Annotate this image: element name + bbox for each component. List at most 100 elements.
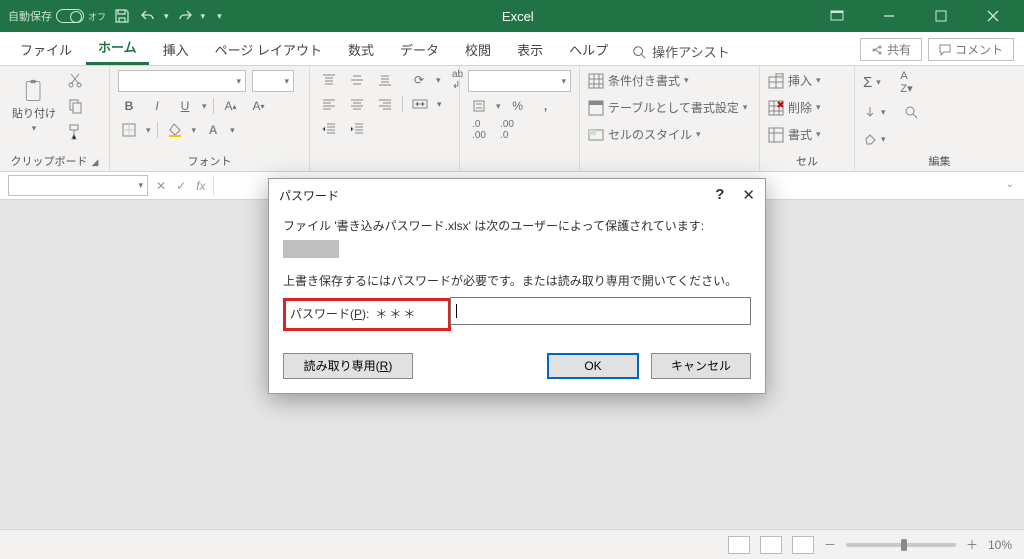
tell-me-search[interactable]: 操作アシスト — [622, 38, 739, 65]
ribbon-tabs: ファイル ホーム 挿入 ページ レイアウト 数式 データ 校閲 表示 ヘルプ 操… — [0, 32, 1024, 66]
font-color-icon[interactable]: A — [202, 120, 224, 140]
align-right-icon[interactable] — [374, 94, 396, 114]
close-icon[interactable] — [970, 0, 1016, 32]
zoom-slider[interactable] — [846, 543, 956, 547]
comment-icon — [939, 44, 951, 56]
paste-button[interactable]: 貼り付け ▾ — [8, 70, 60, 142]
tab-help[interactable]: ヘルプ — [557, 34, 620, 65]
format-painter-icon[interactable] — [64, 122, 86, 142]
ribbon: 貼り付け ▾ クリップボード◢ ▾ ▾ B I U ▾ A▴ — [0, 66, 1024, 172]
decrease-decimal-icon[interactable]: .00.0 — [496, 120, 518, 140]
cancel-button[interactable]: キャンセル — [651, 353, 751, 379]
align-middle-icon[interactable] — [346, 70, 368, 90]
cancel-formula-icon[interactable]: ✕ — [156, 179, 166, 193]
name-box[interactable]: ▾ — [8, 175, 148, 196]
align-center-icon[interactable] — [346, 94, 368, 114]
insert-cells-button[interactable]: 挿入▾ — [768, 70, 846, 91]
ok-button[interactable]: OK — [547, 353, 639, 379]
format-cells-button[interactable]: 書式▾ — [768, 124, 846, 145]
save-icon[interactable] — [112, 6, 132, 26]
help-icon[interactable]: ? — [715, 186, 724, 204]
qat-customize-icon[interactable]: ▾ — [217, 11, 222, 22]
group-clipboard: 貼り付け ▾ クリップボード◢ — [0, 66, 110, 171]
password-dialog: パスワード ? ✕ ファイル '書き込みパスワード.xlsx' は次のユーザーに… — [268, 178, 766, 394]
tab-pagelayout[interactable]: ページ レイアウト — [203, 34, 334, 65]
merge-icon[interactable] — [409, 94, 431, 114]
close-icon[interactable]: ✕ — [742, 186, 755, 204]
maximize-icon[interactable] — [918, 0, 964, 32]
autosave-toggle[interactable]: 自動保存 オフ — [8, 8, 106, 24]
clear-button[interactable]: ▾ — [863, 130, 1016, 148]
copy-icon[interactable] — [64, 96, 86, 116]
bold-button[interactable]: B — [118, 96, 140, 116]
font-size-select[interactable]: ▾ — [252, 70, 294, 92]
accounting-format-icon[interactable] — [468, 96, 490, 116]
minimize-icon[interactable] — [866, 0, 912, 32]
password-input[interactable] — [450, 297, 751, 325]
border-icon[interactable] — [118, 120, 140, 140]
underline-button[interactable]: U — [174, 96, 196, 116]
password-mask-preview: ＊＊＊ — [375, 305, 417, 324]
ribbon-display-options-icon[interactable] — [814, 0, 860, 32]
fill-color-icon[interactable] — [164, 120, 186, 140]
align-bottom-icon[interactable] — [374, 70, 396, 90]
decrease-indent-icon[interactable] — [318, 118, 340, 138]
conditional-formatting-button[interactable]: 条件付き書式▾ — [588, 70, 751, 91]
tell-me-label: 操作アシスト — [652, 42, 729, 61]
tab-data[interactable]: データ — [388, 34, 451, 65]
font-name-select[interactable]: ▾ — [118, 70, 246, 92]
fill-button[interactable]: ▾ — [863, 100, 1016, 124]
autosum-button[interactable]: Σ▾ AZ▾ — [863, 70, 1016, 94]
increase-indent-icon[interactable] — [346, 118, 368, 138]
align-left-icon[interactable] — [318, 94, 340, 114]
undo-icon[interactable] — [138, 6, 158, 26]
find-select-icon[interactable] — [900, 102, 922, 122]
readonly-button[interactable]: 読み取り専用(R) — [283, 353, 413, 379]
password-label: パスワード(P): — [290, 305, 369, 324]
align-top-icon[interactable] — [318, 70, 340, 90]
comments-button[interactable]: コメント — [928, 38, 1014, 61]
cell-styles-button[interactable]: セルのスタイル▾ — [588, 124, 751, 145]
orientation-icon[interactable]: ⟳ — [408, 70, 430, 90]
search-icon — [632, 45, 646, 59]
dialog-line2: 上書き保存するにはパスワードが必要です。または読み取り専用で開いてください。 — [283, 272, 751, 291]
number-format-select[interactable]: ▾ — [468, 70, 571, 92]
undo-dropdown-icon[interactable]: ▾ — [164, 11, 169, 22]
page-break-view-icon[interactable] — [792, 536, 814, 554]
normal-view-icon[interactable] — [728, 536, 750, 554]
tab-view[interactable]: 表示 — [505, 34, 555, 65]
format-as-table-button[interactable]: テーブルとして書式設定▾ — [588, 97, 751, 118]
increase-font-icon[interactable]: A▴ — [220, 96, 242, 116]
fx-icon[interactable]: fx — [196, 179, 205, 193]
enter-formula-icon[interactable]: ✓ — [176, 179, 186, 193]
app-title: Excel — [228, 9, 808, 24]
decrease-font-icon[interactable]: A▾ — [248, 96, 270, 116]
redo-icon[interactable] — [175, 6, 195, 26]
italic-button[interactable]: I — [146, 96, 168, 116]
share-button[interactable]: 共有 — [860, 38, 922, 61]
share-icon — [871, 44, 883, 56]
redo-dropdown-icon[interactable]: ▾ — [201, 11, 206, 22]
cut-icon[interactable] — [64, 70, 86, 90]
tab-home[interactable]: ホーム — [86, 31, 149, 65]
zoom-in-icon[interactable]: ＋ — [966, 536, 978, 553]
delete-cells-button[interactable]: 削除▾ — [768, 97, 846, 118]
group-cells: 挿入▾ 削除▾ 書式▾ セル — [760, 66, 855, 171]
status-bar: － ＋ 10% — [0, 529, 1024, 559]
titlebar: 自動保存 オフ ▾ ▾ ▾ Excel — [0, 0, 1024, 32]
page-layout-view-icon[interactable] — [760, 536, 782, 554]
zoom-out-icon[interactable]: － — [824, 536, 836, 553]
sort-filter-icon[interactable]: AZ▾ — [895, 72, 917, 92]
tab-formulas[interactable]: 数式 — [336, 34, 386, 65]
increase-decimal-icon[interactable]: .0.00 — [468, 120, 490, 140]
tab-insert[interactable]: 挿入 — [151, 34, 201, 65]
comma-icon[interactable]: , — [535, 96, 557, 116]
percent-icon[interactable]: % — [507, 96, 529, 116]
chevron-down-icon: ▾ — [32, 123, 37, 134]
zoom-level[interactable]: 10% — [988, 538, 1012, 552]
tab-file[interactable]: ファイル — [8, 34, 84, 65]
dialog-launcher-icon[interactable]: ◢ — [92, 157, 99, 167]
group-alignment: ⟳▾ ab↲ ▾ — [310, 66, 460, 171]
expand-formula-bar-icon[interactable]: ⌄ — [1006, 179, 1014, 190]
tab-review[interactable]: 校閲 — [453, 34, 503, 65]
